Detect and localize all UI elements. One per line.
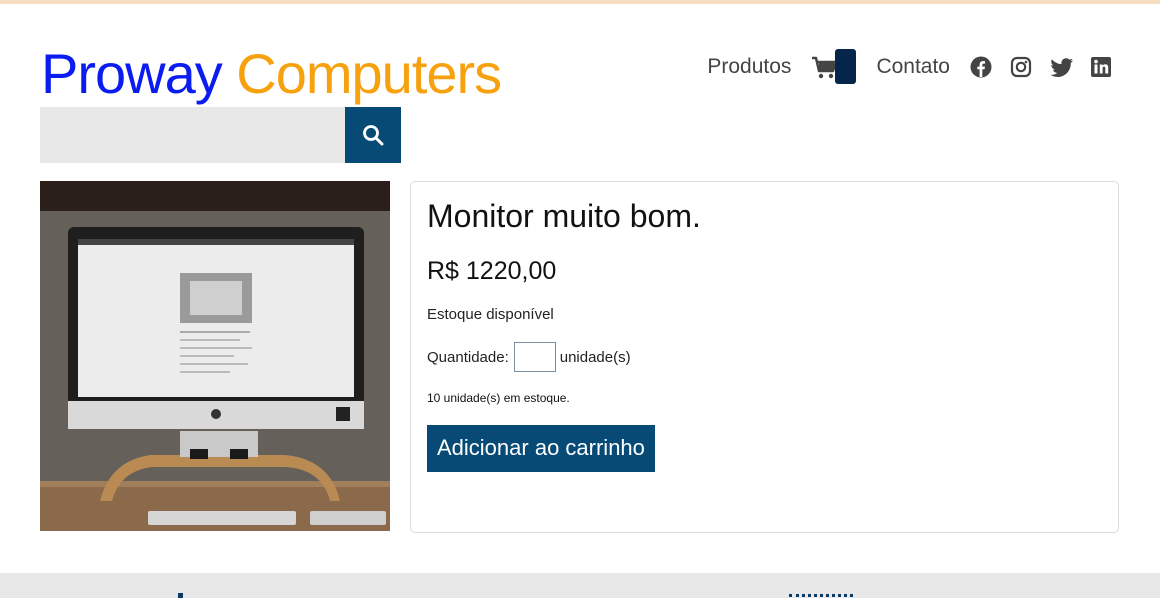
quantity-label: Quantidade: bbox=[427, 348, 509, 366]
nav-link-produtos[interactable]: Produtos bbox=[707, 55, 791, 79]
footer-heading-fragment bbox=[178, 593, 183, 598]
logo-word-proway: Proway bbox=[41, 42, 223, 105]
social-links bbox=[970, 56, 1112, 78]
cart-count-badge bbox=[835, 49, 857, 84]
quantity-unit: unidade(s) bbox=[559, 348, 631, 366]
site-logo[interactable]: Proway Computers bbox=[41, 40, 502, 108]
search-icon bbox=[363, 125, 384, 146]
search-button[interactable] bbox=[345, 107, 401, 163]
instagram-icon[interactable] bbox=[1010, 56, 1032, 78]
search-bar bbox=[40, 107, 401, 163]
quantity-row: Quantidade: unidade(s) bbox=[427, 342, 1102, 372]
product-image bbox=[40, 181, 390, 531]
quantity-input[interactable] bbox=[513, 342, 556, 372]
stock-count-text: 10 unidade(s) em estoque. bbox=[427, 391, 570, 405]
product-details-card: Monitor muito bom. R$ 1220,00 Estoque di… bbox=[410, 181, 1119, 533]
linkedin-icon[interactable] bbox=[1090, 56, 1112, 78]
facebook-icon[interactable] bbox=[970, 56, 992, 78]
footer-heading-fragment bbox=[789, 594, 853, 598]
twitter-icon[interactable] bbox=[1050, 56, 1073, 78]
product-title: Monitor muito bom. bbox=[427, 198, 701, 234]
search-input[interactable] bbox=[40, 107, 345, 163]
footer bbox=[0, 573, 1160, 598]
top-border-strip bbox=[0, 0, 1160, 4]
availability-text: Estoque disponível bbox=[427, 306, 554, 323]
product-price: R$ 1220,00 bbox=[427, 257, 557, 285]
nav-link-contato[interactable]: Contato bbox=[876, 55, 950, 79]
cart-button[interactable] bbox=[811, 48, 857, 86]
add-to-cart-button[interactable]: Adicionar ao carrinho bbox=[427, 425, 655, 472]
logo-word-computers: Computers bbox=[236, 42, 502, 105]
main-nav: Produtos Contato bbox=[707, 48, 1112, 86]
